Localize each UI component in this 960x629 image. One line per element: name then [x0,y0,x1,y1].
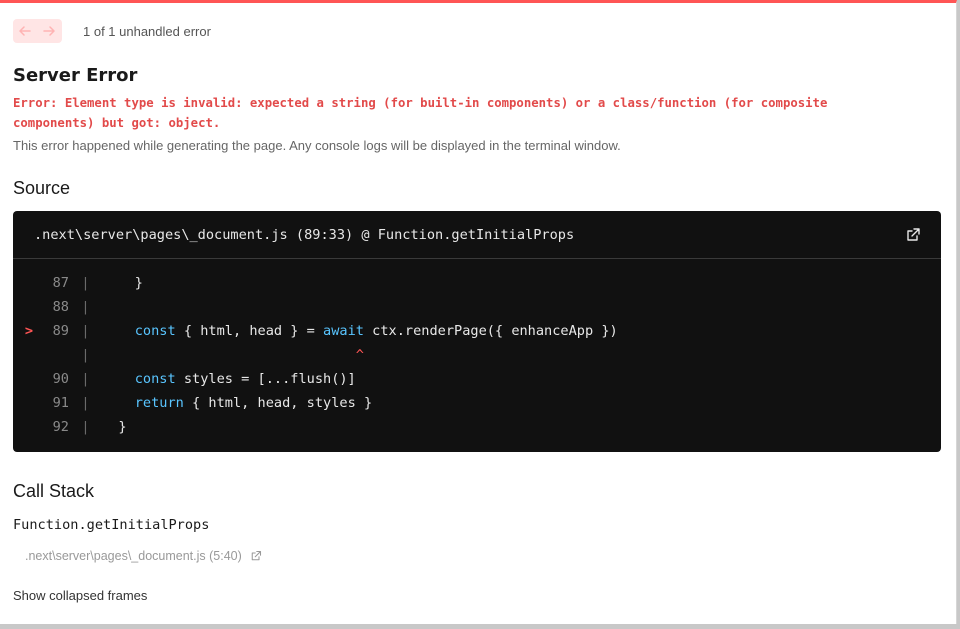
call-stack-location: .next\server\pages\_document.js (5:40) [25,549,242,563]
error-line-marker [13,343,33,367]
error-line-marker [13,367,33,391]
code-line: 90 | const styles = [...flush()] [13,367,941,391]
external-link-icon [907,227,920,241]
line-number: 92 [52,419,69,435]
error-message: Error: Element type is invalid: expected… [13,96,828,130]
line-number: 89 [52,323,69,339]
code-text: return { html, head, styles } [134,395,373,411]
error-line-marker [13,391,33,415]
error-line-marker [13,271,33,295]
error-count: 1 of 1 unhandled error [83,23,211,39]
open-in-editor-button[interactable] [905,227,921,243]
call-stack-function: Function.getInitialProps [13,517,210,533]
code-line: 87 | } [13,271,941,295]
code-text: const styles = [...flush()] [134,371,356,387]
error-description: This error happened while generating the… [13,138,621,153]
line-number: 90 [52,371,69,387]
arrow-right-icon [43,26,55,36]
code-line: | ^ [13,343,941,367]
source-file-location[interactable]: .next\server\pages\_document.js (89:33) … [34,227,574,243]
error-line-marker [13,295,33,319]
gutter-divider: | [81,347,90,363]
code-line: 88 | [13,295,941,319]
code-text: ^ [102,347,364,363]
code-text: const { html, head } = await ctx.renderP… [134,323,618,339]
error-title: Server Error [13,65,138,86]
gutter-divider: | [81,371,90,387]
code-line: 92 | } [13,415,941,439]
source-code-frame: .next\server\pages\_document.js (89:33) … [13,211,941,452]
source-heading: Source [13,178,71,198]
code-line: >89 | const { html, head } = await ctx.re… [13,319,941,343]
code-text: } [134,275,143,291]
external-link-icon [250,550,262,562]
gutter-divider: | [81,275,90,291]
show-collapsed-frames-button[interactable]: Show collapsed frames [13,588,147,603]
call-stack-heading: Call Stack [13,481,95,501]
code-line: 91 | return { html, head, styles } [13,391,941,415]
arrow-left-icon [19,26,31,36]
previous-error-button[interactable] [13,19,37,43]
nav-button-group [13,19,62,43]
code-frame-header: .next\server\pages\_document.js (89:33) … [13,211,941,259]
error-overlay: 1 of 1 unhandled error Server Error Erro… [0,0,957,624]
line-number: 87 [52,275,69,291]
error-line-marker [13,415,33,439]
code-text: } [118,419,127,435]
error-line-marker: > [24,323,33,339]
line-number: 91 [52,395,69,411]
gutter-divider: | [81,395,90,411]
call-stack-location-link[interactable]: .next\server\pages\_document.js (5:40) [25,549,262,563]
line-number: 88 [52,299,69,315]
code-lines: 87 | } 88 | >89 | const { html, head } = awai… [13,259,941,439]
line-number [33,343,69,367]
gutter-divider: | [81,299,90,315]
error-navigation: 1 of 1 unhandled error [13,19,211,43]
next-error-button[interactable] [37,19,61,43]
gutter-divider: | [81,419,90,435]
gutter-divider: | [81,323,90,339]
